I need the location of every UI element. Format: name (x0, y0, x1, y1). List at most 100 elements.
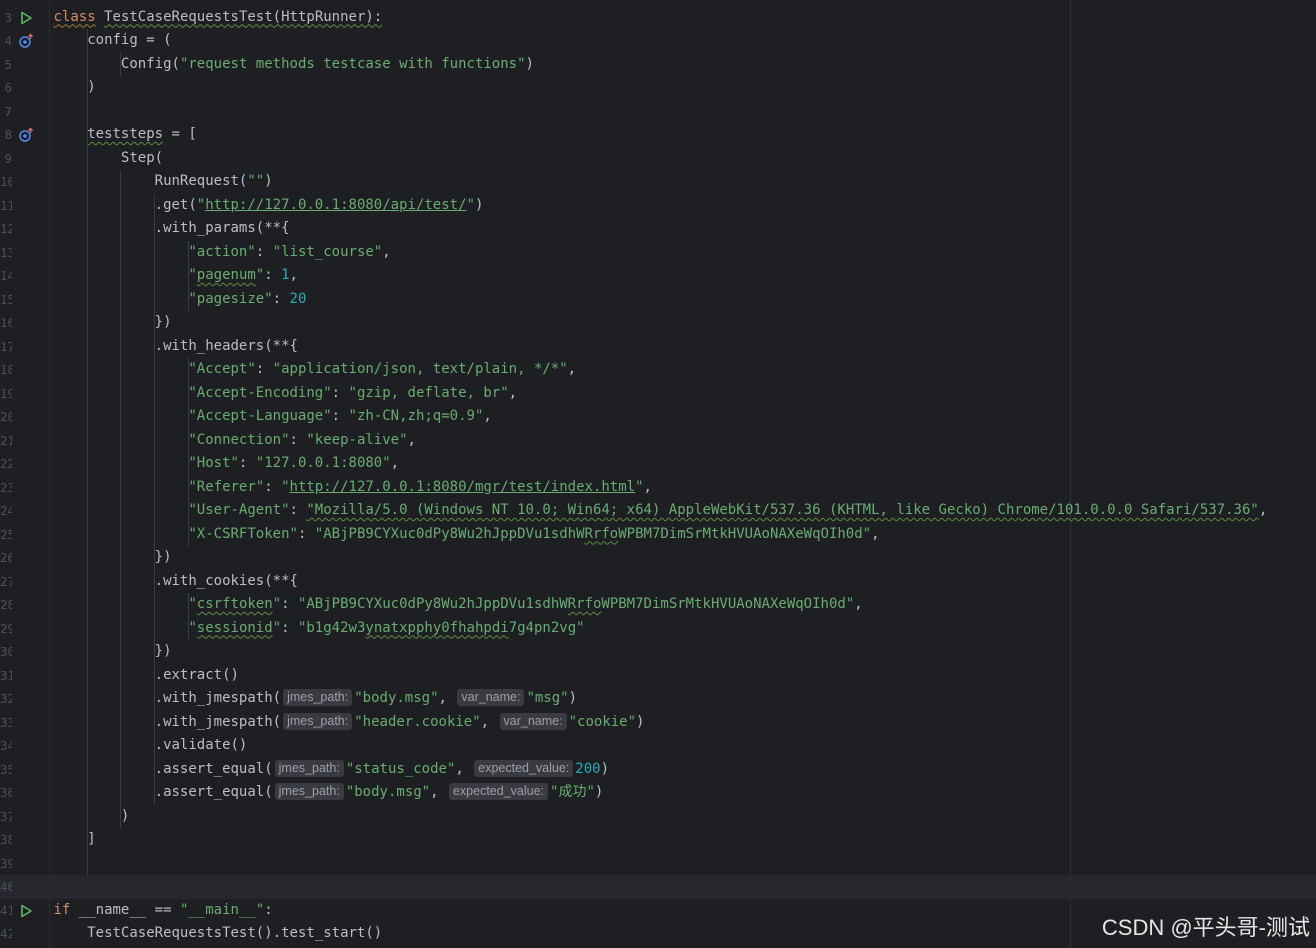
code-token: .with_jmespath( (53, 690, 282, 706)
code-text[interactable]: teststeps = [ (54, 123, 197, 147)
code-text[interactable]: "User-Agent": "Mozilla/5.0 (Windows NT 1… (54, 499, 1267, 523)
code-token: WPBM7DimSrMtkHVUAoNAXeWqOIh0d" (618, 525, 872, 542)
code-line[interactable]: 26 }) (0, 546, 1316, 570)
code-line[interactable]: 23 "Referer": "http://127.0.0.1:8080/mgr… (0, 476, 1316, 500)
code-line[interactable]: 24 "User-Agent": "Mozilla/5.0 (Windows N… (0, 499, 1316, 523)
code-text[interactable]: "Host": "127.0.0.1:8080", (54, 452, 399, 476)
code-line[interactable]: 8 teststeps = [ (0, 123, 1316, 147)
code-line[interactable]: 32 .with_jmespath(jmes_path: "body.msg", … (0, 687, 1316, 711)
code-line[interactable]: 35 .assert_equal(jmes_path: "status_code"… (0, 758, 1316, 782)
code-token: , (289, 267, 298, 283)
line-number: 34 (0, 738, 12, 753)
code-token: "X-CSRFToken" (188, 525, 298, 542)
code-text[interactable]: "X-CSRFToken": "ABjPB9CYXuc0dPy8Wu2hJppD… (54, 523, 879, 547)
code-line[interactable]: 10 RunRequest("") (0, 170, 1316, 194)
code-line[interactable]: 34 .validate() (0, 734, 1316, 758)
code-line[interactable]: 12 .with_params(**{ (0, 217, 1316, 241)
code-line[interactable]: 18 "Accept": "application/json, text/pla… (0, 358, 1316, 382)
code-text[interactable]: ) (54, 805, 129, 829)
code-line[interactable]: 17 .with_headers(**{ (0, 335, 1316, 359)
code-line[interactable]: 13 "action": "list_course", (0, 241, 1316, 265)
code-line[interactable]: 33 .with_jmespath(jmes_path: "header.cook… (0, 711, 1316, 735)
code-text[interactable]: if __name__ == "__main__": (54, 899, 273, 923)
code-text[interactable]: Step( (53, 147, 164, 171)
code-text[interactable]: .assert_equal(jmes_path: "body.msg", expe… (54, 781, 603, 805)
code-line[interactable]: 31 .extract() (0, 664, 1316, 688)
code-token: : (264, 267, 282, 283)
code-line[interactable]: 30 }) (0, 640, 1316, 664)
code-text[interactable]: ) (54, 76, 95, 100)
code-line[interactable]: 37 ) (0, 805, 1316, 829)
code-line[interactable]: 38 ] (0, 828, 1316, 852)
code-text[interactable]: "Connection": "keep-alive", (54, 429, 416, 453)
code-text[interactable]: .with_cookies(**{ (54, 570, 298, 594)
code-text[interactable]: "Referer": "http://127.0.0.1:8080/mgr/te… (54, 476, 652, 500)
code-text[interactable]: RunRequest("") (54, 170, 273, 194)
code-line[interactable]: 16 }) (0, 311, 1316, 335)
parameter-hint: var_name: (499, 712, 567, 730)
code-line[interactable]: 27 .with_cookies(**{ (0, 570, 1316, 594)
code-line[interactable]: 21 "Connection": "keep-alive", (0, 429, 1316, 453)
override-icon[interactable] (18, 33, 34, 49)
code-line[interactable]: 28 "csrftoken": "ABjPB9CYXuc0dPy8Wu2hJpp… (0, 593, 1316, 617)
code-line[interactable]: 6 ) (0, 76, 1316, 100)
code-text[interactable]: "Accept": "application/json, text/plain,… (54, 358, 576, 382)
code-token: "pagesize" (188, 290, 273, 307)
code-text[interactable]: .assert_equal(jmes_path: "status_code", e… (54, 758, 609, 782)
code-text[interactable]: .extract() (54, 664, 239, 688)
code-text[interactable]: }) (54, 640, 172, 664)
code-text[interactable]: .with_headers(**{ (54, 335, 298, 359)
code-text[interactable]: "pagenum": 1, (54, 264, 298, 288)
code-text[interactable]: .get("http://127.0.0.1:8080/api/test/") (54, 194, 484, 218)
code-line[interactable]: 3 class TestCaseRequestsTest(HttpRunner): (0, 6, 1316, 30)
code-text[interactable]: ] (54, 828, 95, 852)
code-line[interactable]: 4 config = ( (0, 29, 1316, 53)
run-icon[interactable] (18, 903, 34, 919)
code-text[interactable]: "Accept-Encoding": "gzip, deflate, br", (54, 382, 517, 406)
code-line[interactable]: 29 "sessionid": "b1g42w3ynatxpphy0fhahpd… (0, 617, 1316, 641)
code-text[interactable]: .with_jmespath(jmes_path: "body.msg", var… (53, 687, 577, 711)
code-line[interactable]: 9 Step( (0, 147, 1316, 171)
code-line[interactable]: 22 "Host": "127.0.0.1:8080", (0, 452, 1316, 476)
code-text[interactable]: "pagesize": 20 (54, 288, 306, 312)
code-text[interactable]: TestCaseRequestsTest().test_start() (54, 922, 382, 946)
code-editor[interactable]: 3 class TestCaseRequestsTest(HttpRunner):… (0, 0, 1316, 948)
code-token: "gzip, deflate, br" (348, 384, 509, 401)
override-icon[interactable] (18, 127, 34, 143)
code-text[interactable]: Config("request methods testcase with fu… (54, 53, 534, 77)
code-text[interactable]: .with_params(**{ (54, 217, 290, 241)
code-token: Step( (53, 149, 164, 166)
code-token: .with_cookies(**{ (53, 572, 298, 589)
code-text[interactable]: class TestCaseRequestsTest(HttpRunner): (54, 6, 383, 30)
code-line[interactable]: 36 .assert_equal(jmes_path: "body.msg", e… (0, 781, 1316, 805)
code-text[interactable]: }) (54, 311, 172, 335)
code-text[interactable]: "Accept-Language": "zh-CN,zh;q=0.9", (54, 405, 491, 429)
code-line[interactable]: 7 (0, 100, 1316, 124)
code-line[interactable]: 5 Config("request methods testcase with … (0, 53, 1316, 77)
parameter-hint: var_name: (457, 689, 525, 706)
run-icon[interactable] (18, 10, 34, 26)
code-text[interactable]: "sessionid": "b1g42w3ynatxpphy0fhahpdi7g… (54, 617, 584, 641)
code-text[interactable]: "csrftoken": "ABjPB9CYXuc0dPy8Wu2hJppDVu… (54, 593, 862, 617)
line-number: 8 (4, 127, 12, 142)
code-line[interactable]: 40 (0, 875, 1316, 899)
code-text[interactable]: config = ( (54, 29, 171, 53)
code-line[interactable]: 14 "pagenum": 1, (0, 264, 1316, 288)
code-text[interactable]: }) (54, 546, 172, 570)
line-number: 24 (0, 503, 12, 518)
code-line[interactable]: 25 "X-CSRFToken": "ABjPB9CYXuc0dPy8Wu2hJ… (0, 523, 1316, 547)
code-text[interactable]: .validate() (54, 734, 248, 758)
code-line[interactable]: 15 "pagesize": 20 (0, 288, 1316, 312)
code-line[interactable]: 20 "Accept-Language": "zh-CN,zh;q=0.9", (0, 405, 1316, 429)
line-number: 31 (0, 667, 12, 683)
code-line[interactable]: 19 "Accept-Encoding": "gzip, deflate, br… (0, 382, 1316, 406)
code-line[interactable]: 39 (0, 852, 1316, 876)
code-token: : (264, 901, 273, 918)
code-text[interactable]: "action": "list_course", (54, 241, 390, 265)
code-token: "Accept-Language" (188, 408, 332, 424)
code-text[interactable]: .with_jmespath(jmes_path: "header.cookie"… (54, 711, 644, 735)
code-line[interactable]: 11 .get("http://127.0.0.1:8080/api/test/… (0, 194, 1316, 218)
